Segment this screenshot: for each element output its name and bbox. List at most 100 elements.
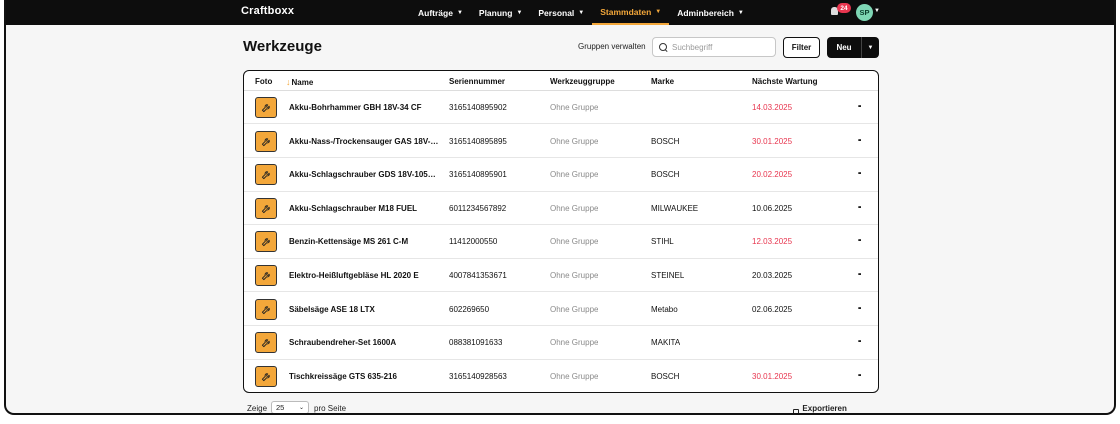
chevron-down-icon: ▼: [737, 9, 744, 16]
more-horizontal-icon[interactable]: •••: [858, 138, 861, 144]
new-button-label[interactable]: Neu: [827, 43, 861, 52]
chevron-down-icon[interactable]: ▼: [862, 45, 879, 51]
export-excel-button[interactable]: Exportieren (Excel): [793, 404, 867, 413]
next-maintenance-date: 20.03.2025: [752, 271, 793, 280]
chevron-down-icon: ▼: [456, 9, 463, 16]
next-maintenance-date: 30.01.2025: [752, 371, 793, 381]
wrench-icon[interactable]: [255, 332, 277, 354]
serial-number: 3165140895895: [449, 136, 507, 146]
brand: BOSCH: [651, 371, 680, 381]
app-window: Craftboxx Aufträge ▼ Planung ▼ Personal ▼ S…: [4, 0, 1116, 415]
tool-name-link[interactable]: Akku-Nass-/Trockensauger GAS 18V-10 L: [289, 137, 439, 146]
table-header: Foto ↓Name Seriennummer Werkzeuggruppe M…: [244, 71, 878, 91]
search-icon: [659, 42, 668, 52]
wrench-icon[interactable]: [255, 298, 277, 320]
notification-badge[interactable]: 24: [837, 3, 851, 13]
wrench-icon[interactable]: [255, 265, 277, 286]
search-box[interactable]: [652, 37, 776, 57]
tool-name-link[interactable]: Akku-Schlagschrauber M18 FUEL: [289, 204, 439, 213]
tool-group: Ohne Gruppe: [550, 170, 599, 180]
wrench-icon[interactable]: [255, 130, 277, 152]
chevron-down-icon: ▼: [578, 9, 585, 16]
table-row[interactable]: Benzin-Kettensäge MS 261 C-M 11412000550 O…: [244, 225, 878, 259]
more-horizontal-icon[interactable]: •••: [858, 373, 861, 379]
tool-name-link[interactable]: Säbelsäge ASE 18 LTX: [289, 305, 439, 314]
table-row[interactable]: Akku-Schlagschrauber GDS 18V-1050 HC 3165…: [244, 158, 878, 192]
table-row[interactable]: Säbelsäge ASE 18 LTX 602269650 Ohne Gruppe…: [244, 293, 878, 326]
brand: BOSCH: [651, 136, 680, 146]
main-nav: Aufträge ▼ Planung ▼ Personal ▼ Stammdaten ▼…: [410, 0, 752, 25]
wrench-icon[interactable]: [255, 231, 277, 253]
arrow-down-icon: ↓: [286, 77, 291, 87]
more-horizontal-icon[interactable]: •••: [858, 272, 861, 278]
serial-number: 11412000550: [449, 237, 498, 247]
more-horizontal-icon[interactable]: •••: [858, 104, 861, 110]
per-page-suffix: pro Seite: [314, 404, 347, 413]
more-horizontal-icon[interactable]: •••: [858, 205, 861, 211]
next-maintenance-date: 30.01.2025: [752, 136, 793, 146]
more-horizontal-icon[interactable]: •••: [858, 306, 861, 312]
serial-number: 4007841353671: [449, 271, 507, 280]
next-maintenance-date: 10.06.2025: [752, 203, 793, 213]
tool-name-link[interactable]: Elektro-Heißluftgebläse HL 2020 E: [289, 271, 439, 280]
wrench-icon[interactable]: [255, 164, 277, 186]
more-horizontal-icon[interactable]: •••: [858, 238, 861, 244]
column-header-label: Name: [291, 78, 314, 87]
serial-number: 088381091633: [449, 338, 503, 348]
brand: STIHL: [651, 237, 674, 247]
nav-item-stammdaten[interactable]: Stammdaten ▼: [592, 0, 670, 25]
tool-name-link[interactable]: Akku-Bohrhammer GBH 18V-34 CF: [289, 103, 439, 112]
nav-item-planung[interactable]: Planung ▼: [471, 0, 530, 25]
serial-number: 3165140895901: [449, 170, 507, 180]
next-maintenance-date: 02.06.2025: [752, 304, 793, 314]
wrench-icon[interactable]: [255, 97, 277, 118]
nav-label: Personal: [538, 7, 575, 18]
nav-item-personal[interactable]: Personal ▼: [530, 0, 592, 25]
per-page-select[interactable]: 25 ⌄: [271, 401, 309, 413]
chevron-down-icon[interactable]: ▼: [874, 8, 880, 14]
tool-name-link[interactable]: Tischkreissäge GTS 635-216: [289, 372, 439, 381]
avatar[interactable]: SP: [856, 4, 873, 21]
nav-item-auftraege[interactable]: Aufträge ▼: [410, 0, 471, 25]
tool-name-link[interactable]: Akku-Schlagschrauber GDS 18V-1050 HC: [289, 170, 439, 179]
brand: STEINEL: [651, 271, 685, 280]
column-header-serial[interactable]: Seriennummer: [449, 77, 505, 86]
column-header-maintenance[interactable]: Nächste Wartung: [752, 77, 818, 86]
brand-logo[interactable]: Craftboxx: [241, 5, 294, 17]
page-title: Werkzeuge: [243, 38, 322, 55]
wrench-icon[interactable]: [255, 365, 277, 387]
chevron-down-icon: ▼: [516, 9, 523, 16]
per-page-value: 25: [276, 403, 285, 412]
table-row[interactable]: Akku-Nass-/Trockensauger GAS 18V-10 L 316…: [244, 125, 878, 158]
tool-group: Ohne Gruppe: [550, 271, 599, 280]
tool-group: Ohne Gruppe: [550, 203, 599, 213]
table-row[interactable]: Akku-Schlagschrauber M18 FUEL 60112345678…: [244, 192, 878, 226]
column-header-name[interactable]: ↓Name: [286, 77, 313, 87]
wrench-icon[interactable]: [255, 197, 277, 219]
export-label: Exportieren (Excel): [802, 404, 847, 413]
column-header-photo: Foto: [255, 77, 273, 86]
search-input[interactable]: [672, 42, 772, 52]
table-footer: Zeige 25 ⌄ pro Seite Exportieren (Excel): [247, 401, 867, 413]
filter-button[interactable]: Filter: [783, 37, 820, 58]
table-row[interactable]: Schraubendreher-Set 1600A 088381091633 Ohn…: [244, 326, 878, 360]
next-maintenance-date: 14.03.2025: [752, 103, 793, 112]
more-horizontal-icon[interactable]: •••: [858, 339, 861, 345]
tool-name-link[interactable]: Schraubendreher-Set 1600A: [289, 338, 439, 347]
tool-name-link[interactable]: Benzin-Kettensäge MS 261 C-M: [289, 237, 439, 246]
table-row[interactable]: Elektro-Heißluftgebläse HL 2020 E 4007841…: [244, 259, 878, 293]
serial-number: 6011234567892: [449, 203, 507, 213]
table-row[interactable]: Tischkreissäge GTS 635-216 3165140928563 O…: [244, 360, 878, 392]
next-maintenance-date: 12.03.2025: [752, 237, 793, 247]
brand: MILWAUKEE: [651, 203, 699, 213]
table-row[interactable]: Akku-Bohrhammer GBH 18V-34 CF 31651408959…: [244, 91, 878, 125]
new-button[interactable]: Neu ▼: [827, 37, 879, 58]
column-header-group[interactable]: Werkzeuggruppe: [550, 77, 615, 86]
nav-item-adminbereich[interactable]: Adminbereich ▼: [669, 0, 752, 25]
more-horizontal-icon[interactable]: •••: [858, 171, 861, 177]
tool-group: Ohne Gruppe: [550, 103, 599, 112]
column-header-brand[interactable]: Marke: [651, 77, 674, 86]
serial-number: 3165140895902: [449, 103, 507, 112]
manage-groups-link[interactable]: Gruppen verwalten: [578, 42, 646, 51]
brand: Metabo: [651, 304, 678, 314]
